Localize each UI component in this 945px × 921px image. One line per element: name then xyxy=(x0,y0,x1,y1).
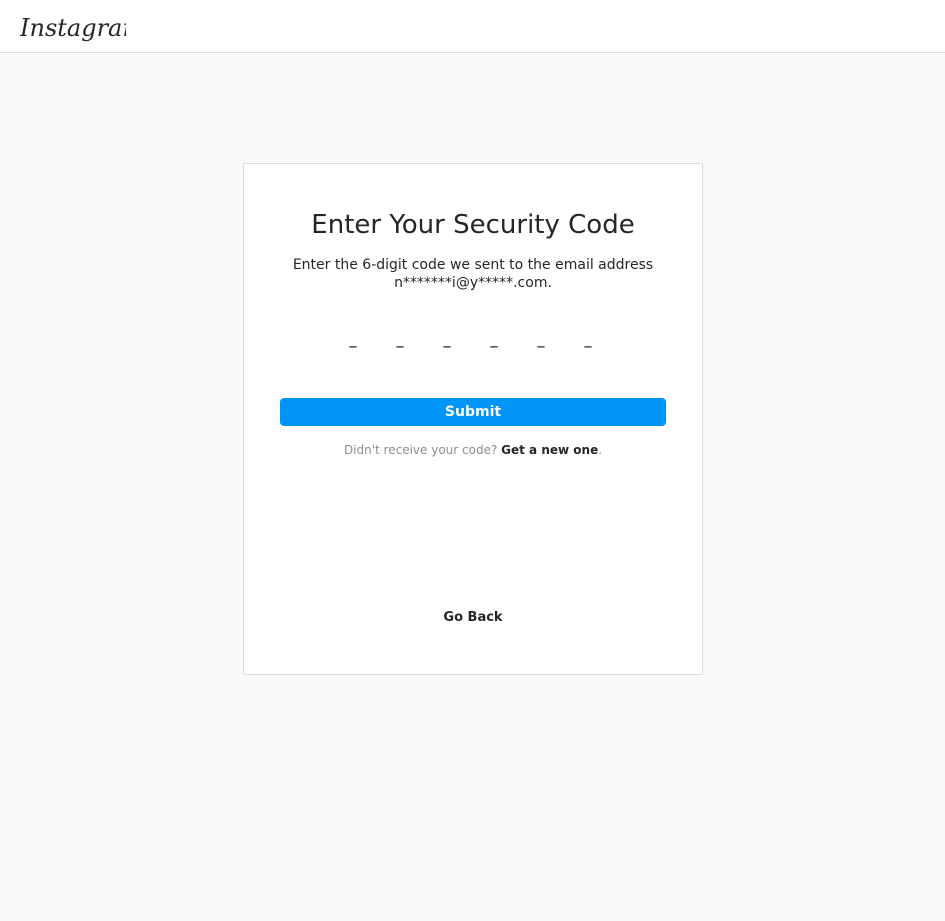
code-digit-1-input[interactable] xyxy=(338,334,368,358)
instagram-logo-text: Instagram xyxy=(20,14,126,42)
instruction-text: Enter the 6-digit code we sent to the em… xyxy=(284,256,662,292)
submit-button[interactable]: Submit xyxy=(280,398,666,426)
get-new-code-link[interactable]: Get a new one xyxy=(501,443,598,457)
code-digit-5-input[interactable] xyxy=(526,334,556,358)
resend-prompt-text: Didn't receive your code? xyxy=(343,443,498,457)
instruction-line-1: Enter the 6-digit code we sent to the em… xyxy=(292,257,654,273)
go-back-row: Go Back xyxy=(244,610,702,626)
masked-email: n*******i@y*****.com. xyxy=(394,275,552,291)
go-back-link[interactable]: Go Back xyxy=(443,610,502,625)
resend-suffix: . xyxy=(598,443,603,457)
top-navigation-bar: Instagram xyxy=(0,0,945,53)
security-code-card: Enter Your Security Code Enter the 6-dig… xyxy=(243,163,703,675)
instagram-logo[interactable]: Instagram xyxy=(20,10,126,46)
page-title: Enter Your Security Code xyxy=(311,210,635,240)
code-digit-3-input[interactable] xyxy=(432,334,462,358)
code-digit-4-input[interactable] xyxy=(479,334,509,358)
code-digit-2-input[interactable] xyxy=(385,334,415,358)
code-digit-6-input[interactable] xyxy=(573,334,603,358)
security-code-input-group xyxy=(338,334,608,358)
resend-code-row: Didn't receive your code? Get a new one. xyxy=(244,442,702,458)
